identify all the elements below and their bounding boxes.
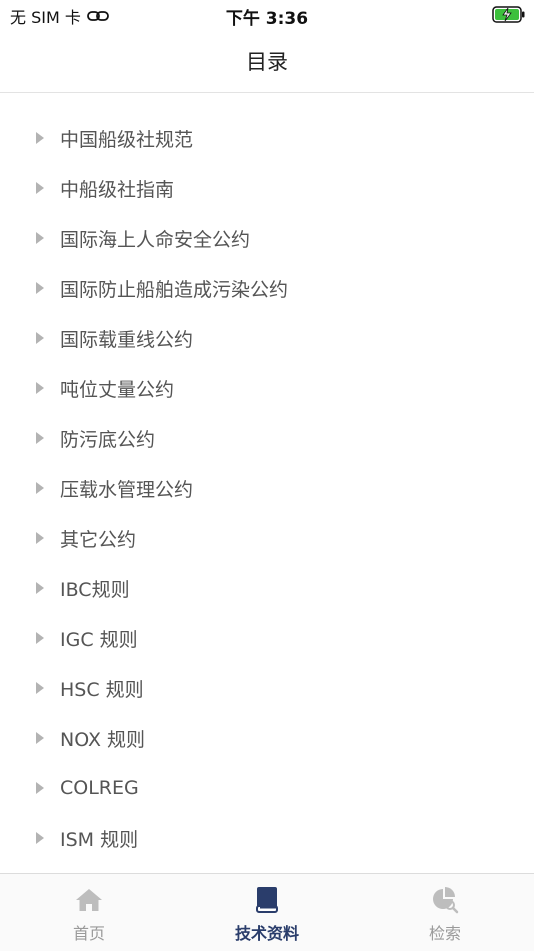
- list-item[interactable]: NOX 规则: [0, 713, 534, 763]
- expand-arrow-icon: [36, 732, 44, 744]
- status-bar: 无 SIM 卡 下午 3:36: [0, 0, 534, 30]
- nav-bar: 目录: [0, 30, 534, 93]
- expand-arrow-icon: [36, 432, 44, 444]
- list-item[interactable]: HSC 规则: [0, 663, 534, 713]
- list-item-label: IGC 规则: [60, 628, 138, 651]
- tab-tech-docs-label: 技术资料: [234, 924, 299, 943]
- battery-charging-icon: [492, 6, 525, 23]
- expand-arrow-icon: [36, 832, 44, 844]
- list-item[interactable]: 防污底公约: [0, 413, 534, 463]
- expand-arrow-icon: [36, 332, 44, 344]
- list-item[interactable]: IGC 规则: [0, 613, 534, 663]
- list-item-label: 国际载重线公约: [60, 328, 194, 351]
- list-item-label: IBC规则: [60, 578, 130, 601]
- list-item[interactable]: 中国船级社规范: [0, 113, 534, 163]
- list-item[interactable]: 国际海上人命安全公约: [0, 213, 534, 263]
- list-item[interactable]: 吨位丈量公约: [0, 363, 534, 413]
- list-item-label: NOX 规则: [60, 728, 146, 751]
- list-item[interactable]: 中船级社指南: [0, 163, 534, 213]
- list-item-label: 中国船级社规范: [60, 128, 194, 151]
- list-item-label: 压载水管理公约: [60, 478, 194, 501]
- tab-search-label: 检索: [428, 924, 461, 943]
- list-item[interactable]: COLREG: [0, 763, 534, 813]
- list-item-label: 其它公约: [60, 528, 137, 551]
- search-chart-icon: [431, 886, 459, 914]
- list-item-label: 吨位丈量公约: [60, 378, 175, 401]
- expand-arrow-icon: [36, 582, 44, 594]
- list-item-label: HSC 规则: [60, 678, 144, 701]
- list-item-label: ISM 规则: [60, 828, 139, 851]
- list-item-label: COLREG: [60, 777, 139, 799]
- list-item[interactable]: 国际载重线公约: [0, 313, 534, 363]
- clock: 下午 3:36: [225, 9, 309, 29]
- expand-arrow-icon: [36, 382, 44, 394]
- expand-arrow-icon: [36, 682, 44, 694]
- expand-arrow-icon: [36, 632, 44, 644]
- catalog-list: 中国船级社规范 中船级社指南 国际海上人命安全公约 国际防止船舶造成污染公约 国…: [0, 113, 534, 863]
- expand-arrow-icon: [36, 532, 44, 544]
- list-item-label: 防污底公约: [60, 428, 156, 451]
- list-item-label: 国际海上人命安全公约: [60, 228, 251, 251]
- expand-arrow-icon: [36, 782, 44, 794]
- tab-tech-docs[interactable]: 技术资料: [178, 874, 356, 951]
- home-icon: [75, 886, 103, 914]
- list-item[interactable]: 国际防止船舶造成污染公约: [0, 263, 534, 313]
- list-item-label: 中船级社指南: [60, 178, 175, 201]
- list-item-label: 国际防止船舶造成污染公约: [60, 278, 289, 301]
- tab-bar: 首页 技术资料 检索: [0, 873, 534, 951]
- expand-arrow-icon: [36, 282, 44, 294]
- expand-arrow-icon: [36, 482, 44, 494]
- list-item[interactable]: 其它公约: [0, 513, 534, 563]
- expand-arrow-icon: [36, 232, 44, 244]
- expand-arrow-icon: [36, 132, 44, 144]
- list-item[interactable]: ISM 规则: [0, 813, 534, 863]
- list-item[interactable]: 压载水管理公约: [0, 463, 534, 513]
- tab-home-label: 首页: [72, 924, 105, 943]
- tab-search[interactable]: 检索: [356, 874, 534, 951]
- page-title: 目录: [246, 50, 288, 74]
- book-icon: [255, 886, 279, 914]
- list-item[interactable]: IBC规则: [0, 563, 534, 613]
- tab-home[interactable]: 首页: [0, 874, 178, 951]
- expand-arrow-icon: [36, 182, 44, 194]
